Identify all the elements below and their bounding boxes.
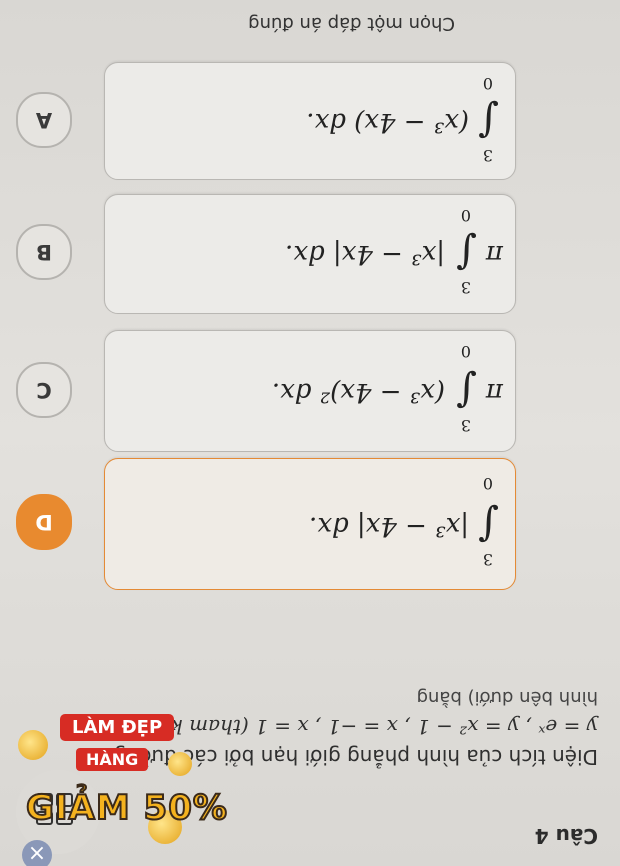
integral-symbol: ∫ <box>456 230 477 276</box>
screen: Câu 4 Diện tích của hình phẳng giới hạn … <box>0 0 620 866</box>
coin-icon <box>168 752 192 776</box>
integral-lower-bound: 0 <box>482 74 493 93</box>
integral-lower-bound: 0 <box>482 474 493 493</box>
coin-icon <box>18 730 48 760</box>
ad-promo-text: GIẢM 50% <box>25 787 229 829</box>
ad-label-top: HÀNG <box>76 748 149 771</box>
option-letter-a[interactable]: A <box>16 92 72 148</box>
option-c-box[interactable]: π 3 ∫ 0 (x³ − 4x)² dx. <box>104 330 516 452</box>
ad-banner[interactable]: LÀM ĐẸP HÀNG GIẢM 50% × <box>18 690 229 866</box>
integral-upper-bound: 3 <box>482 550 493 569</box>
option-a-box[interactable]: 3 ∫ 0 (x³ − 4x) dx. <box>104 62 516 180</box>
option-letter-c[interactable]: C <box>16 362 72 418</box>
integral-symbol: ∫ <box>456 368 477 414</box>
integral-lower-bound: 0 <box>460 342 471 361</box>
integral-upper-bound: 3 <box>482 146 493 165</box>
option-letter-d[interactable]: D <box>16 494 72 550</box>
ad-label-bottom: LÀM ĐẸP <box>60 714 175 741</box>
integral-symbol: ∫ <box>478 502 499 548</box>
option-c-pi: π <box>485 377 503 407</box>
option-c-formula: (x³ − 4x)² dx. <box>271 377 445 407</box>
integral-sign: 3 ∫ 0 <box>439 195 479 313</box>
instruction-text: Chọn một đáp án đúng <box>248 13 455 34</box>
option-b-box[interactable]: π 3 ∫ 0 |x³ − 4x| dx. <box>104 194 516 314</box>
option-letter-b[interactable]: B <box>16 224 72 280</box>
integral-symbol: ∫ <box>478 98 499 144</box>
question-number: Câu 4 <box>534 824 598 848</box>
option-d-box[interactable]: 3 ∫ 0 |x³ − 4x| dx. <box>104 458 516 590</box>
integral-upper-bound: 3 <box>460 416 471 435</box>
integral-upper-bound: 3 <box>460 278 471 297</box>
integral-sign: 3 ∫ 0 <box>439 331 479 451</box>
option-d-formula: |x³ − 4x| dx. <box>309 511 469 541</box>
option-a-formula: (x³ − 4x) dx. <box>306 107 469 137</box>
option-b-formula: |x³ − 4x| dx. <box>285 239 445 269</box>
integral-lower-bound: 0 <box>460 206 471 225</box>
close-icon[interactable]: × <box>22 840 52 866</box>
option-b-pi: π <box>485 239 503 269</box>
